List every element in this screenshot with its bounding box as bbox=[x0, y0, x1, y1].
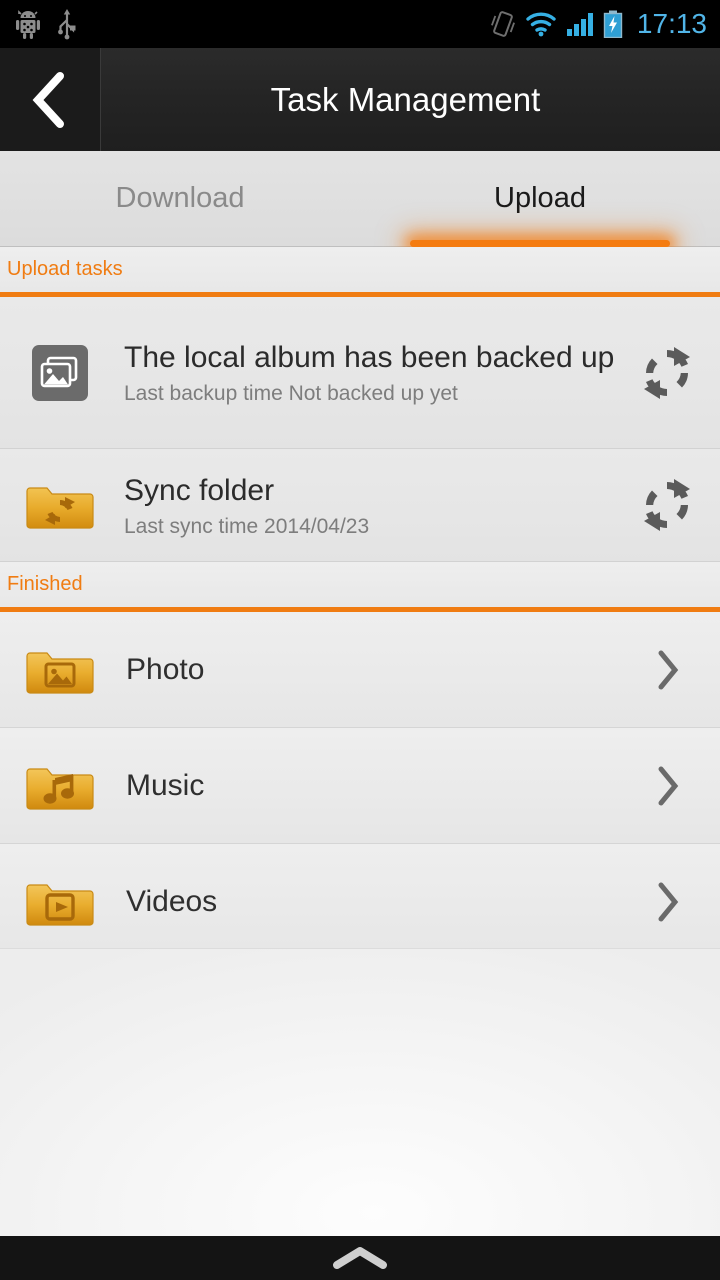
phone-screen: 17:13 Task Management Download Upload Up… bbox=[0, 0, 720, 1280]
finished-row-videos[interactable]: Videos bbox=[0, 844, 720, 960]
gallery-image-icon bbox=[24, 337, 96, 409]
tab-download-label: Download bbox=[115, 182, 245, 214]
task-title: Sync folder bbox=[124, 473, 275, 507]
page-title: Task Management bbox=[270, 80, 541, 118]
tab-upload[interactable]: Upload bbox=[360, 151, 720, 247]
section-header-finished: Finished bbox=[0, 562, 720, 612]
title-bar: Task Management bbox=[0, 48, 720, 151]
wifi-icon bbox=[525, 11, 557, 37]
status-bar-left-icons bbox=[0, 8, 78, 40]
folder-music-icon bbox=[24, 750, 96, 822]
folder-photo-icon bbox=[24, 634, 96, 706]
android-robot-icon bbox=[14, 9, 42, 39]
cellular-signal-icon bbox=[566, 11, 594, 37]
task-subtitle: Last sync time 2014/04/23 bbox=[124, 514, 370, 538]
folder-video-icon bbox=[24, 866, 96, 938]
status-bar-clock: 17:13 bbox=[636, 8, 707, 39]
section-header-upload-tasks: Upload tasks bbox=[0, 247, 720, 297]
sync-refresh-icon[interactable] bbox=[636, 476, 698, 534]
chevron-right-icon[interactable] bbox=[636, 647, 698, 693]
folder-sync-icon bbox=[24, 469, 96, 541]
tab-bar: Download Upload bbox=[0, 151, 720, 247]
system-nav-bar bbox=[0, 1236, 720, 1280]
tab-upload-label: Upload bbox=[494, 182, 586, 214]
chevron-right-icon[interactable] bbox=[636, 763, 698, 809]
sync-refresh-icon[interactable] bbox=[636, 344, 698, 402]
battery-charging-icon bbox=[603, 10, 623, 38]
tab-active-indicator bbox=[410, 240, 670, 247]
chevron-right-icon[interactable] bbox=[636, 879, 698, 925]
task-list: Upload tasks The local album has been ba… bbox=[0, 247, 720, 960]
finished-row-photo[interactable]: Photo bbox=[0, 612, 720, 728]
chevron-up-icon[interactable] bbox=[329, 1245, 391, 1271]
tab-download[interactable]: Download bbox=[0, 151, 360, 246]
finished-title: Photo bbox=[126, 652, 205, 686]
task-title: The local album has been backed up bbox=[124, 341, 615, 374]
back-button[interactable] bbox=[0, 48, 101, 151]
task-row-text: The local album has been backed up Last … bbox=[96, 337, 636, 408]
finished-title: Music bbox=[126, 768, 205, 802]
finished-row-music[interactable]: Music bbox=[0, 728, 720, 844]
empty-content-area bbox=[0, 948, 720, 1236]
status-bar: 17:13 bbox=[0, 0, 720, 48]
vibrate-icon bbox=[490, 9, 516, 39]
task-row-text: Sync folder Last sync time 2014/04/23 bbox=[96, 470, 636, 541]
usb-icon bbox=[56, 8, 78, 40]
chevron-left-icon bbox=[28, 70, 72, 130]
task-subtitle: Last backup time Not backed up yet bbox=[124, 382, 458, 405]
status-bar-right-icons: 17:13 bbox=[490, 8, 720, 40]
task-row-sync-folder[interactable]: Sync folder Last sync time 2014/04/23 bbox=[0, 449, 720, 562]
task-row-local-album[interactable]: The local album has been backed up Last … bbox=[0, 297, 720, 449]
finished-title: Videos bbox=[126, 884, 218, 918]
